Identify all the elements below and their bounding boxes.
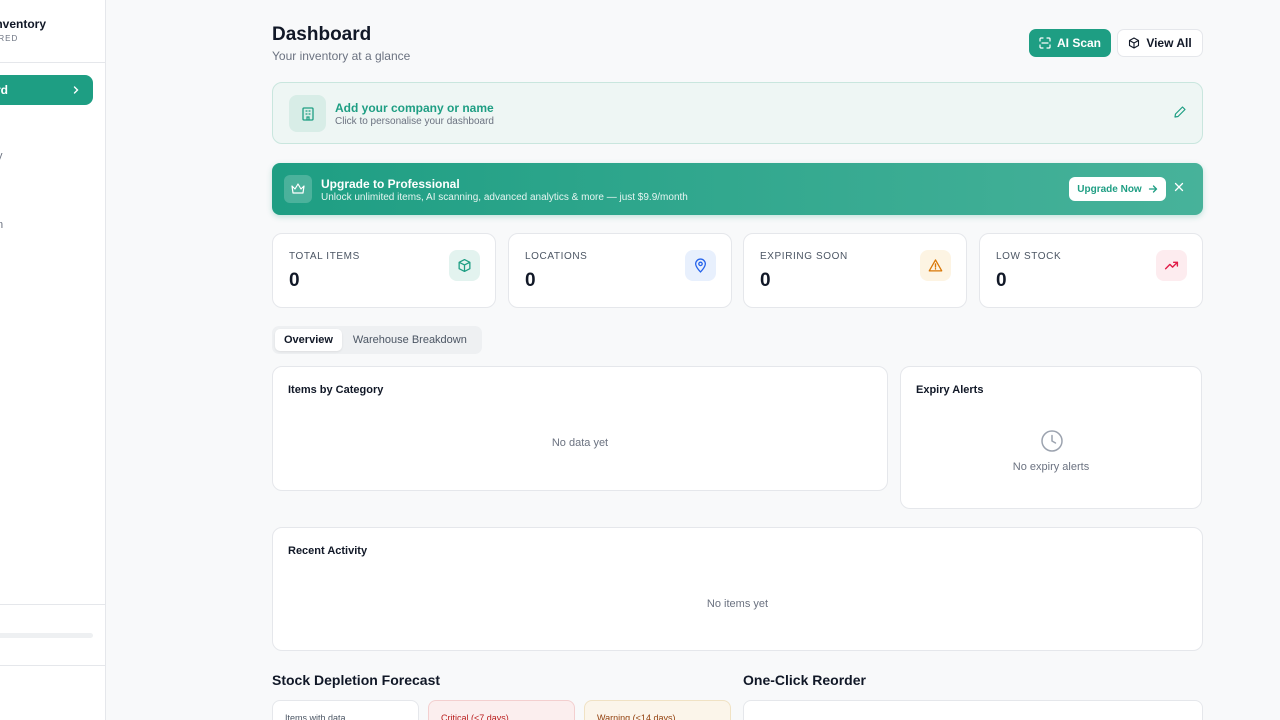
stat-label: EXPIRING SOON <box>760 251 848 262</box>
view-all-label: View All <box>1146 36 1192 50</box>
card-title: Expiry Alerts <box>916 384 984 396</box>
forecast-chip-critical: Critical (<7 days) <box>428 700 575 720</box>
sidebar-divider <box>0 665 105 666</box>
card-title: Items by Category <box>288 384 384 396</box>
upgrade-now-button[interactable]: Upgrade Now <box>1069 177 1166 201</box>
empty-state: No data yet <box>551 437 609 449</box>
package-icon <box>1129 37 1140 49</box>
stat-label: LOCATIONS <box>525 251 588 262</box>
stat-card-low-stock: LOW STOCK 0 <box>979 233 1203 308</box>
warning-icon <box>920 250 951 281</box>
crown-icon <box>284 175 312 203</box>
recent-activity-card: Recent Activity No items yet <box>272 527 1203 651</box>
card-title: Recent Activity <box>288 545 368 557</box>
upgrade-banner: Upgrade to Professional Unlock unlimited… <box>272 163 1203 215</box>
ai-scan-label: AI Scan <box>1056 36 1101 50</box>
sidebar-item-fragment[interactable]: n <box>0 219 3 231</box>
stat-value: 0 <box>996 270 1007 291</box>
package-icon <box>449 250 480 281</box>
stat-card-total-items: TOTAL ITEMS 0 <box>272 233 496 308</box>
one-click-reorder-title: One-Click Reorder <box>743 672 866 688</box>
one-click-reorder-card <box>743 700 1203 720</box>
sidebar-item-label: rd <box>0 83 8 97</box>
company-card[interactable]: Add your company or name Click to person… <box>272 82 1203 144</box>
page-title: Dashboard <box>272 24 372 45</box>
sidebar-divider <box>0 604 105 605</box>
sidebar: inventory ERED rd y n ge %) <box>0 0 106 720</box>
usage-progress-bar <box>0 633 93 638</box>
map-pin-icon <box>685 250 716 281</box>
empty-state: No expiry alerts <box>1012 461 1090 473</box>
company-hint: Click to personalise your dashboard <box>335 116 494 127</box>
arrow-right-icon <box>1148 185 1158 193</box>
stat-value: 0 <box>289 270 300 291</box>
upgrade-description: Unlock unlimited items, AI scanning, adv… <box>321 192 688 203</box>
sidebar-item-dashboard[interactable]: rd <box>0 75 93 105</box>
forecast-chip-items-with-data: Items with data <box>272 700 419 720</box>
forecast-chip-warning: Warning (<14 days) <box>584 700 731 720</box>
items-by-category-card: Items by Category No data yet <box>272 366 888 491</box>
brand[interactable]: inventory ERED <box>0 17 46 43</box>
expiry-alerts-card: Expiry Alerts No expiry alerts <box>900 366 1202 509</box>
upgrade-title: Upgrade to Professional <box>321 177 460 191</box>
stat-value: 0 <box>525 270 536 291</box>
ai-scan-button[interactable]: AI Scan <box>1029 29 1111 57</box>
empty-state: No items yet <box>706 598 769 610</box>
stat-label: LOW STOCK <box>996 251 1062 262</box>
brand-tagline: ERED <box>0 34 19 43</box>
sidebar-divider <box>0 62 105 63</box>
pencil-icon[interactable] <box>1173 105 1187 119</box>
page-subtitle: Your inventory at a glance <box>272 49 411 63</box>
stat-card-expiring-soon: EXPIRING SOON 0 <box>743 233 967 308</box>
tab-warehouse-breakdown[interactable]: Warehouse Breakdown <box>344 329 476 351</box>
scan-icon <box>1039 37 1051 49</box>
dashboard-tabs: Overview Warehouse Breakdown <box>272 326 482 354</box>
company-title: Add your company or name <box>335 101 494 115</box>
close-icon[interactable] <box>1173 181 1185 193</box>
stat-label: TOTAL ITEMS <box>289 251 360 262</box>
chevron-right-icon <box>73 86 79 94</box>
clock-icon <box>1041 430 1063 452</box>
upgrade-now-label: Upgrade Now <box>1077 183 1142 195</box>
stat-value: 0 <box>760 270 771 291</box>
trending-up-icon <box>1156 250 1187 281</box>
stock-depletion-forecast-title: Stock Depletion Forecast <box>272 672 441 688</box>
stat-card-locations: LOCATIONS 0 <box>508 233 732 308</box>
sidebar-item-fragment[interactable]: y <box>0 150 3 162</box>
building-icon <box>289 95 326 132</box>
brand-name: inventory <box>0 17 47 31</box>
tab-overview[interactable]: Overview <box>275 329 342 351</box>
view-all-button[interactable]: View All <box>1117 29 1203 57</box>
